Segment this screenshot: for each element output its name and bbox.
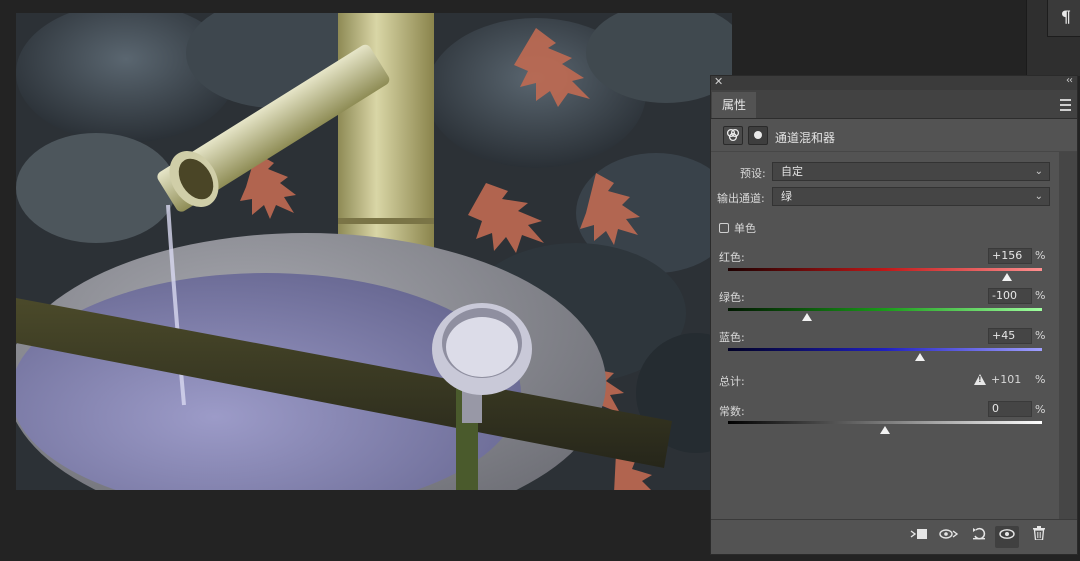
preset-select[interactable]: 自定 ⌄ (772, 162, 1050, 181)
clip-to-layer-icon[interactable] (907, 526, 931, 548)
paragraph-icon[interactable]: ¶ (1057, 7, 1075, 26)
monochrome-checkbox[interactable] (719, 223, 729, 233)
total-label: 总计: (719, 375, 745, 388)
panel-title: 通道混和器 (775, 131, 836, 145)
blue-label: 蓝色: (719, 331, 745, 344)
blue-percent-label: % (1035, 329, 1046, 342)
blue-slider-track[interactable] (728, 348, 1042, 351)
total-percent-label: % (1035, 373, 1046, 386)
green-label: 绿色: (719, 291, 745, 304)
panel-scrollbar[interactable] (1059, 152, 1077, 521)
red-slider-thumb[interactable] (1002, 273, 1013, 281)
chevron-down-icon: ⌄ (1034, 191, 1043, 202)
view-previous-state-icon[interactable] (937, 526, 961, 548)
constant-slider-track[interactable] (728, 421, 1042, 424)
warning-icon (974, 374, 986, 385)
panel-titlebar: ✕ ‹‹ (711, 75, 1077, 90)
blue-value-input[interactable]: +45 (988, 328, 1032, 344)
green-slider-thumb[interactable] (801, 313, 812, 321)
panel-footer (711, 519, 1077, 554)
tab-properties[interactable]: 属性 (712, 92, 756, 118)
output-channel-value: 绿 (781, 190, 792, 203)
constant-percent-label: % (1035, 403, 1046, 416)
red-label: 红色: (719, 251, 745, 264)
red-value-input[interactable]: +156 (988, 248, 1032, 264)
reset-icon[interactable] (967, 526, 991, 548)
collapse-panel-icon[interactable]: ‹‹ (1066, 75, 1073, 86)
panel-tab-bar: 属性 (711, 90, 1077, 119)
close-panel-icon[interactable]: ✕ (714, 75, 723, 88)
trash-icon[interactable] (1027, 526, 1051, 548)
chevron-down-icon: ⌄ (1034, 166, 1043, 177)
panel-menu-icon[interactable] (1060, 99, 1071, 111)
layer-mask-icon[interactable] (748, 126, 768, 145)
constant-label: 常数: (719, 405, 745, 418)
preset-value: 自定 (781, 165, 803, 178)
properties-panel: ✕ ‹‹ 属性 通道混和器 预设: 自定 ⌄ 输出通道: 绿 ⌄ 单色 红色: … (710, 75, 1078, 555)
document-canvas-photo (16, 13, 732, 490)
monochrome-label: 单色 (734, 222, 756, 235)
green-value-input[interactable]: -100 (988, 288, 1032, 304)
total-value: +101 (991, 373, 1022, 386)
output-channel-label: 输出通道: (717, 192, 765, 205)
visibility-eye-icon[interactable] (995, 526, 1019, 548)
red-percent-label: % (1035, 249, 1046, 262)
constant-value-input[interactable]: 0 (988, 401, 1032, 417)
constant-slider-thumb[interactable] (880, 426, 890, 434)
red-slider-track[interactable] (728, 268, 1042, 271)
green-slider-track[interactable] (728, 308, 1042, 311)
adjustment-header: 通道混和器 (711, 119, 1077, 152)
preset-label: 预设: (740, 167, 766, 180)
output-channel-select[interactable]: 绿 ⌄ (772, 187, 1050, 206)
channel-mixer-icon[interactable] (723, 126, 743, 145)
green-percent-label: % (1035, 289, 1046, 302)
blue-slider-thumb[interactable] (915, 353, 926, 361)
